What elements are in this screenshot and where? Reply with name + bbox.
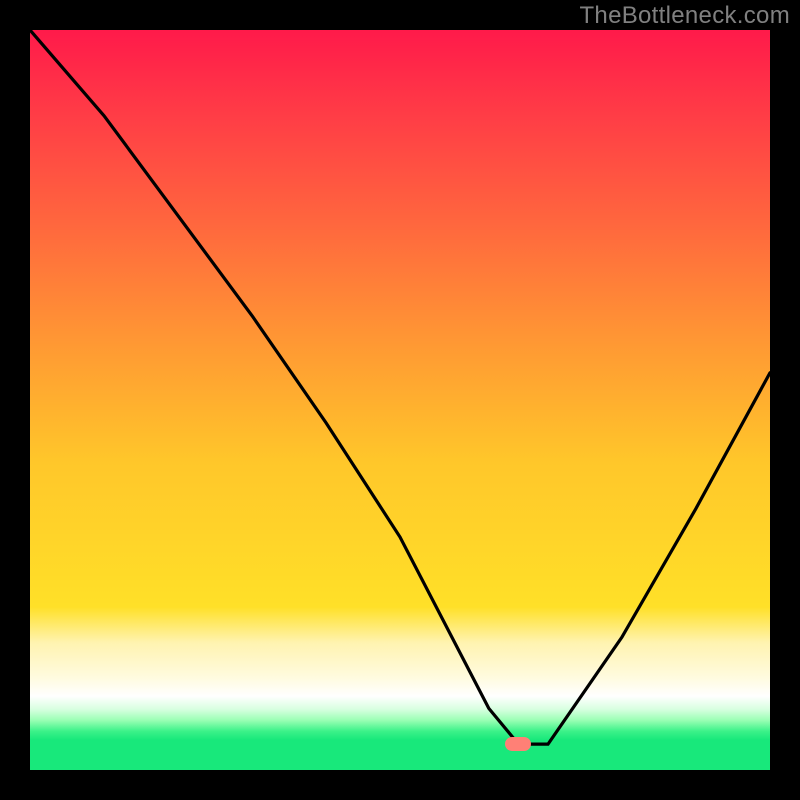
- optimal-marker: [505, 737, 531, 751]
- bottleneck-curve-path: [30, 30, 770, 744]
- plot-area: [30, 30, 770, 770]
- watermark-text: TheBottleneck.com: [579, 2, 790, 30]
- curve-svg: [30, 30, 770, 770]
- chart-frame: TheBottleneck.com: [0, 0, 800, 800]
